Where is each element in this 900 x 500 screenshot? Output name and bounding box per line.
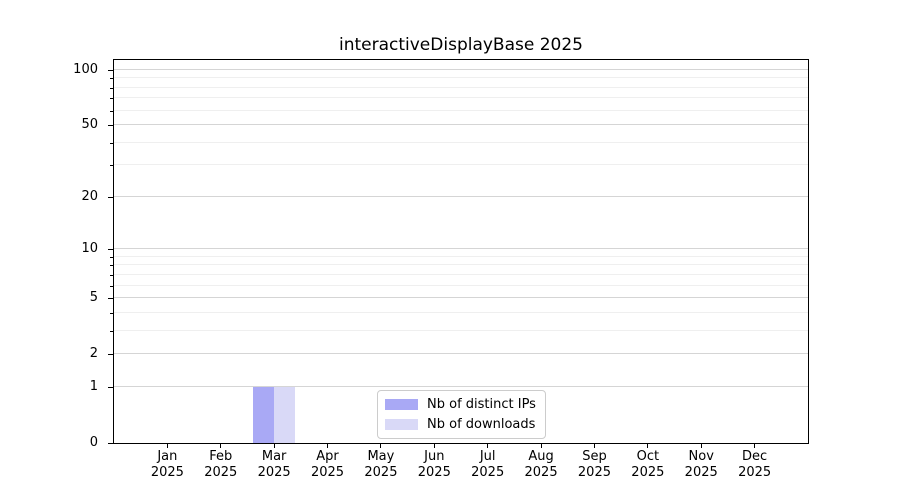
y-major-tick xyxy=(108,196,113,198)
y-minor-gridline xyxy=(114,264,808,266)
y-minor-tick xyxy=(110,98,113,100)
y-tick-label: 0 xyxy=(89,435,98,450)
legend-label-distinct-ips: Nb of distinct IPs xyxy=(427,397,536,412)
y-tick-label: 50 xyxy=(81,117,98,133)
x-tick-label-month: Dec xyxy=(742,449,768,464)
y-minor-gridline xyxy=(114,141,808,143)
plot-area xyxy=(113,59,809,444)
bar-distinct-ips-mar-2025 xyxy=(252,386,275,443)
y-minor-gridline xyxy=(114,77,808,79)
y-minor-tick xyxy=(110,87,113,89)
bar-downloads-mar-2025 xyxy=(274,386,296,443)
y-minor-gridline xyxy=(114,284,808,286)
y-major-gridline xyxy=(114,353,808,355)
y-tick-label: 1 xyxy=(89,378,98,394)
y-minor-gridline xyxy=(114,255,808,257)
x-tick xyxy=(273,444,275,448)
y-tick-label: 20 xyxy=(81,188,98,204)
y-major-tick xyxy=(108,386,113,388)
y-major-gridline xyxy=(114,385,808,387)
legend-item-distinct-ips: Nb of distinct IPs xyxy=(385,396,536,413)
y-tick-label: 100 xyxy=(73,61,98,77)
y-tick-label: 2 xyxy=(89,346,98,362)
y-major-tick xyxy=(108,69,113,71)
y-minor-gridline xyxy=(114,329,808,331)
legend-swatch-distinct-ips xyxy=(385,399,418,410)
y-major-tick xyxy=(108,249,113,251)
x-tick xyxy=(754,444,756,448)
y-minor-tick xyxy=(110,110,113,112)
y-minor-gridline xyxy=(114,273,808,275)
chart-title: interactiveDisplayBase 2025 xyxy=(338,35,583,55)
x-tick xyxy=(327,444,329,448)
legend: Nb of distinct IPs Nb of downloads xyxy=(377,390,546,439)
y-major-tick xyxy=(108,125,113,127)
y-minor-gridline xyxy=(114,97,808,99)
x-tick xyxy=(220,444,222,448)
y-major-gridline xyxy=(114,68,808,70)
y-minor-tick xyxy=(110,312,113,314)
y-tick-label: 10 xyxy=(81,241,98,257)
y-major-gridline xyxy=(114,297,808,299)
y-minor-tick xyxy=(110,330,113,332)
y-minor-tick xyxy=(110,256,113,258)
figure: interactiveDisplayBase 2025 0 1 2 5 10 20 50 10… xyxy=(0,0,900,500)
y-minor-tick xyxy=(110,274,113,276)
x-tick-label: Dec 2025 xyxy=(720,449,790,481)
y-major-gridline xyxy=(114,195,808,197)
x-tick xyxy=(487,444,489,448)
y-minor-tick xyxy=(110,142,113,144)
x-tick xyxy=(540,444,542,448)
legend-label-downloads: Nb of downloads xyxy=(427,417,536,432)
y-minor-gridline xyxy=(114,164,808,166)
y-minor-gridline xyxy=(114,311,808,313)
y-minor-gridline xyxy=(114,86,808,88)
y-major-gridline xyxy=(114,124,808,126)
x-tick xyxy=(593,444,595,448)
y-minor-gridline xyxy=(114,109,808,111)
x-tick xyxy=(647,444,649,448)
y-minor-tick xyxy=(110,165,113,167)
x-tick-label-year: 2025 xyxy=(738,465,772,480)
y-minor-tick xyxy=(110,78,113,80)
x-tick xyxy=(166,444,168,448)
y-major-gridline xyxy=(114,248,808,250)
x-tick xyxy=(433,444,435,448)
y-tick-label: 5 xyxy=(89,290,98,306)
x-tick xyxy=(700,444,702,448)
y-minor-tick xyxy=(110,265,113,267)
legend-item-downloads: Nb of downloads xyxy=(385,416,536,433)
y-major-tick xyxy=(108,443,113,444)
y-major-tick xyxy=(108,354,113,356)
y-minor-tick xyxy=(110,285,113,287)
x-tick xyxy=(380,444,382,448)
legend-swatch-downloads xyxy=(385,419,418,430)
y-major-tick xyxy=(108,298,113,300)
